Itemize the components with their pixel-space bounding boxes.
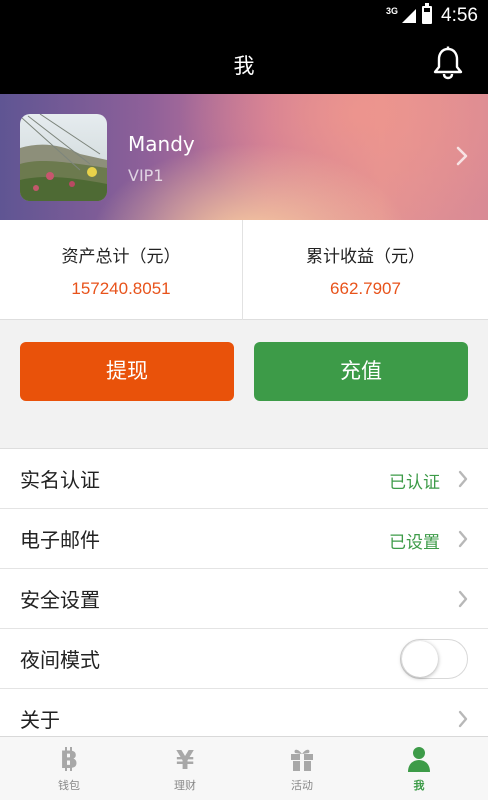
menu-item-label: 电子邮件 <box>20 528 100 552</box>
chevron-right-icon <box>458 710 468 728</box>
vip-level: VIP1 <box>128 166 164 185</box>
user-name: Mandy <box>128 132 195 156</box>
asset-summary: 资产总计（元） 157240.8051 累计收益（元） 662.7907 <box>0 220 488 320</box>
recharge-button[interactable]: 充值 <box>254 342 468 401</box>
svg-text:¥: ¥ <box>176 746 194 773</box>
tab-label: 钱包 <box>58 779 80 792</box>
user-icon <box>408 747 430 772</box>
status-bar: 3G 4:56 <box>0 0 488 32</box>
signal-icon <box>402 9 416 23</box>
menu-item-label: 关于 <box>20 708 60 732</box>
total-assets-label: 资产总计（元） <box>61 247 181 267</box>
chevron-right-icon <box>458 470 468 488</box>
night-mode-toggle[interactable] <box>400 639 468 679</box>
menu-item-real-name[interactable]: 实名认证 已认证 <box>0 449 488 509</box>
bitcoin-icon: B <box>60 746 78 773</box>
avatar[interactable] <box>20 114 107 201</box>
total-assets[interactable]: 资产总计（元） 157240.8051 <box>0 220 243 320</box>
menu-item-night-mode: 夜间模式 <box>0 629 488 689</box>
menu-item-security[interactable]: 安全设置 <box>0 569 488 629</box>
page-title: 我 <box>233 54 255 78</box>
app-bar: 我 <box>0 32 488 94</box>
svg-text:B: B <box>60 746 78 773</box>
tab-me[interactable]: 我 <box>358 737 480 800</box>
menu-item-label: 安全设置 <box>20 588 100 612</box>
menu-item-label: 夜间模式 <box>20 648 100 672</box>
chevron-right-icon <box>456 146 468 166</box>
status-text: 已认证 <box>389 473 440 493</box>
tab-label: 理财 <box>174 779 196 792</box>
settings-menu: 实名认证 已认证 电子邮件 已设置 安全设置 夜间模式 关于 <box>0 448 488 749</box>
menu-item-label: 实名认证 <box>20 468 100 492</box>
toggle-knob <box>402 641 438 677</box>
cumulative-earnings-label: 累计收益（元） <box>306 247 425 267</box>
status-text: 已设置 <box>389 533 440 553</box>
network-type: 3G <box>385 6 398 16</box>
chevron-right-icon <box>458 530 468 548</box>
tab-finance[interactable]: ¥ 理财 <box>124 737 246 800</box>
bottom-tab-bar: B 钱包 ¥ 理财 活动 我 <box>0 736 488 800</box>
tab-activities[interactable]: 活动 <box>241 737 363 800</box>
tab-label: 我 <box>413 779 425 792</box>
yen-icon: ¥ <box>176 746 194 773</box>
gift-icon <box>291 749 313 771</box>
cumulative-earnings-value: 662.7907 <box>330 279 401 298</box>
tab-label: 活动 <box>291 779 313 792</box>
battery-icon <box>422 3 432 24</box>
profile-card[interactable]: Mandy VIP1 <box>0 94 488 220</box>
menu-item-email[interactable]: 电子邮件 已设置 <box>0 509 488 569</box>
clock: 4:56 <box>441 5 478 26</box>
chevron-right-icon <box>458 590 468 608</box>
total-assets-value: 157240.8051 <box>71 279 171 298</box>
cumulative-earnings[interactable]: 累计收益（元） 662.7907 <box>244 220 487 320</box>
tab-wallet[interactable]: B 钱包 <box>8 737 130 800</box>
withdraw-button[interactable]: 提现 <box>20 342 234 401</box>
bell-icon[interactable] <box>432 46 464 80</box>
